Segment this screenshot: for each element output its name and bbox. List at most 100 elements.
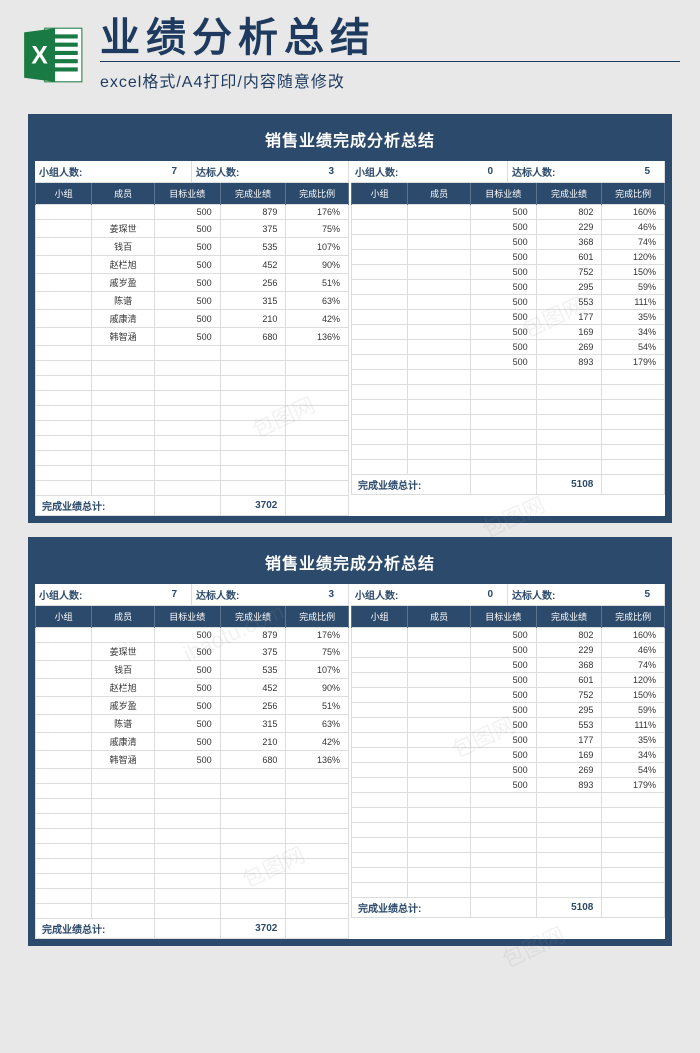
table-row	[352, 415, 665, 430]
table-row: 钱百500535107%	[36, 238, 349, 256]
table-header: 小组成员目标业绩完成业绩完成比例	[36, 606, 349, 628]
sheet-title: 销售业绩完成分析总结	[35, 121, 665, 161]
col-header: 成员	[92, 606, 155, 628]
table-row: 500553111%	[352, 295, 665, 310]
col-header: 小组	[36, 606, 92, 628]
table-row	[36, 859, 349, 874]
standard-count: 达标人数:5	[508, 584, 665, 606]
table-row: 500601120%	[352, 673, 665, 688]
col-header: 完成业绩	[220, 183, 286, 205]
table-row: 50036874%	[352, 658, 665, 673]
col-header: 成员	[92, 183, 155, 205]
col-header: 小组	[36, 183, 92, 205]
total-row: 完成业绩总计:3702	[36, 496, 349, 516]
table-row	[36, 436, 349, 451]
table-row: 500893179%	[352, 778, 665, 793]
table-row: 500553111%	[352, 718, 665, 733]
table-row: 500802160%	[352, 628, 665, 643]
table-row	[352, 445, 665, 460]
table-row	[36, 889, 349, 904]
table-row: 500601120%	[352, 250, 665, 265]
table-row: 50016934%	[352, 325, 665, 340]
table-row	[352, 883, 665, 898]
data-table: 小组成员目标业绩完成业绩完成比例 500879176% 姜琛世50037575%…	[35, 606, 349, 939]
table-row: 500879176%	[36, 205, 349, 220]
table-row: 戚康清50021042%	[36, 310, 349, 328]
stats-row: 小组人数:7 达标人数:3	[35, 161, 349, 183]
table-row	[36, 346, 349, 361]
table-row	[36, 406, 349, 421]
table-row	[36, 481, 349, 496]
col-header: 完成比例	[286, 183, 349, 205]
total-row: 完成业绩总计:5108	[352, 898, 665, 918]
group-count: 小组人数:0	[351, 161, 508, 183]
divider	[100, 61, 680, 62]
table-row	[36, 361, 349, 376]
table-row	[352, 808, 665, 823]
col-header: 完成比例	[286, 606, 349, 628]
table-row: 500802160%	[352, 205, 665, 220]
table-row: 500879176%	[36, 628, 349, 643]
total-row: 完成业绩总计:3702	[36, 919, 349, 939]
table-header: 小组成员目标业绩完成业绩完成比例	[36, 183, 349, 205]
col-header: 完成比例	[602, 183, 665, 205]
table-row: 50036874%	[352, 235, 665, 250]
table-row	[36, 421, 349, 436]
standard-count: 达标人数:3	[192, 584, 349, 606]
table-header: 小组成员目标业绩完成业绩完成比例	[352, 183, 665, 205]
table-row: 赵栏旭50045290%	[36, 679, 349, 697]
spreadsheet: 销售业绩完成分析总结 小组人数:7 达标人数:3 小组成员目标业绩完成业绩完成比…	[28, 114, 672, 523]
table-row	[352, 823, 665, 838]
table-row	[352, 430, 665, 445]
data-table: 小组成员目标业绩完成业绩完成比例 500802160% 50022946% 50…	[351, 606, 665, 918]
table-row: 50029559%	[352, 703, 665, 718]
table-left: 小组人数:7 达标人数:3 小组成员目标业绩完成业绩完成比例 500879176…	[35, 161, 349, 516]
table-row	[36, 829, 349, 844]
table-row	[36, 466, 349, 481]
table-right: 小组人数:0 达标人数:5 小组成员目标业绩完成业绩完成比例 500802160…	[349, 161, 665, 516]
col-header: 完成业绩	[536, 606, 602, 628]
col-header: 小组	[352, 183, 408, 205]
excel-icon: X	[20, 22, 86, 88]
page-title: 业绩分析总结	[100, 18, 680, 58]
col-header: 目标业绩	[470, 606, 536, 628]
col-header: 完成业绩	[536, 183, 602, 205]
page-subtitle: excel格式/A4打印/内容随意修改	[100, 68, 680, 92]
table-row: 姜琛世50037575%	[36, 643, 349, 661]
table-row	[36, 874, 349, 889]
table-row: 姜琛世50037575%	[36, 220, 349, 238]
col-header: 目标业绩	[154, 183, 220, 205]
table-row: 50026954%	[352, 340, 665, 355]
table-row: 50022946%	[352, 643, 665, 658]
col-header: 成员	[408, 606, 471, 628]
table-row: 韩智涵500680136%	[36, 328, 349, 346]
total-row: 完成业绩总计:5108	[352, 475, 665, 495]
sheet-title: 销售业绩完成分析总结	[35, 544, 665, 584]
table-row	[36, 376, 349, 391]
table-row	[36, 391, 349, 406]
col-header: 目标业绩	[470, 183, 536, 205]
col-header: 目标业绩	[154, 606, 220, 628]
table-row	[352, 370, 665, 385]
col-header: 完成业绩	[220, 606, 286, 628]
table-row	[36, 784, 349, 799]
stats-row: 小组人数:0 达标人数:5	[351, 584, 665, 606]
table-row	[352, 838, 665, 853]
col-header: 成员	[408, 183, 471, 205]
table-row	[36, 451, 349, 466]
col-header: 完成比例	[602, 606, 665, 628]
table-row: 50017735%	[352, 310, 665, 325]
table-row	[36, 769, 349, 784]
table-row: 陈谱50031563%	[36, 292, 349, 310]
svg-text:X: X	[31, 42, 48, 69]
stats-row: 小组人数:0 达标人数:5	[351, 161, 665, 183]
table-row	[36, 844, 349, 859]
table-row: 500752150%	[352, 265, 665, 280]
table-row: 500893179%	[352, 355, 665, 370]
table-left: 小组人数:7 达标人数:3 小组成员目标业绩完成业绩完成比例 500879176…	[35, 584, 349, 939]
group-count: 小组人数:7	[35, 584, 192, 606]
standard-count: 达标人数:3	[192, 161, 349, 183]
data-table: 小组成员目标业绩完成业绩完成比例 500802160% 50022946% 50…	[351, 183, 665, 495]
page-header: X 业绩分析总结 excel格式/A4打印/内容随意修改	[0, 0, 700, 100]
spreadsheet: 销售业绩完成分析总结 小组人数:7 达标人数:3 小组成员目标业绩完成业绩完成比…	[28, 537, 672, 946]
